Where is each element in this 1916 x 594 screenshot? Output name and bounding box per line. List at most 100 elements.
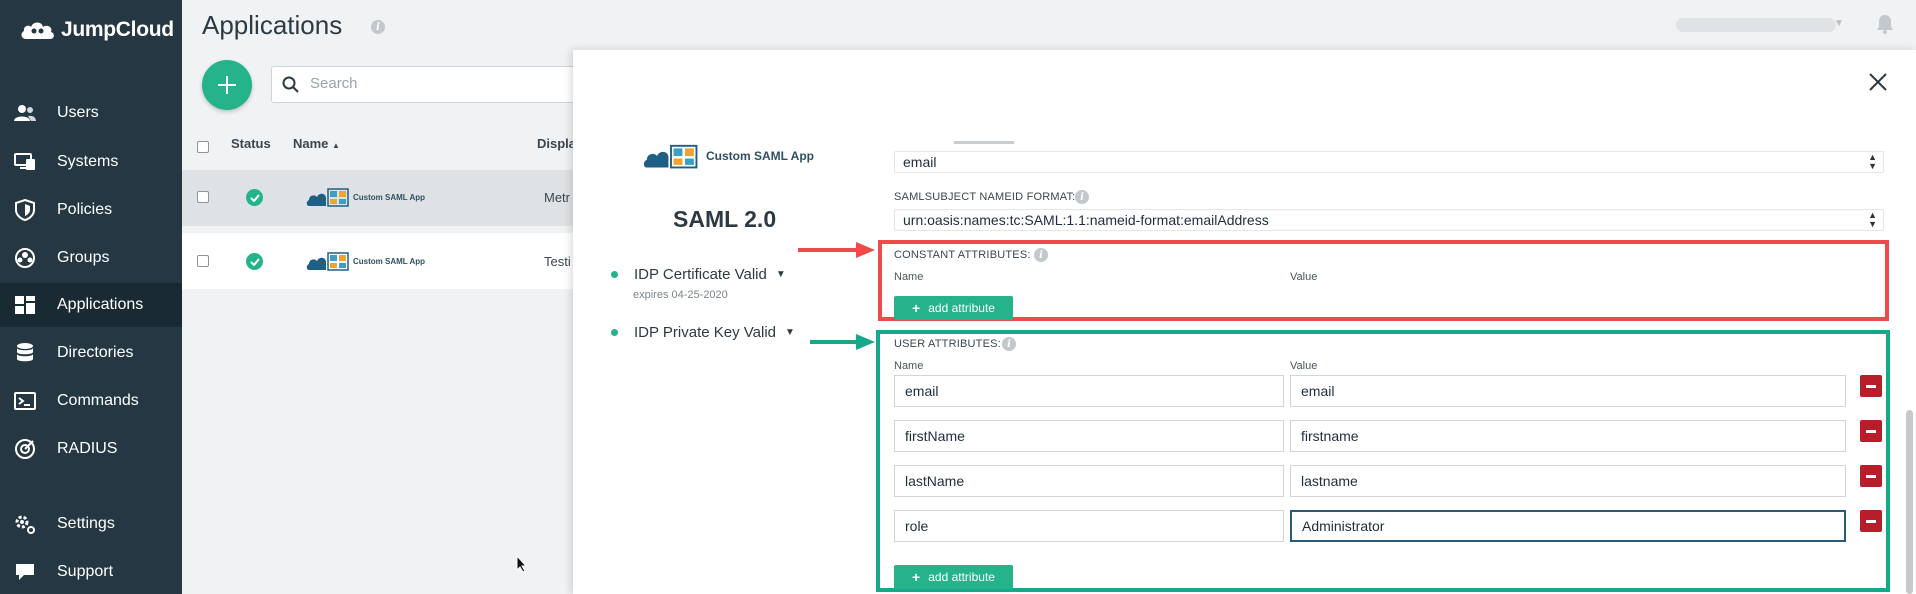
sort-asc-icon: ▲ <box>332 141 340 150</box>
table-row[interactable]: Custom SAML App Testi <box>182 233 582 289</box>
app-logo: Custom SAML App <box>306 186 425 208</box>
status-active-icon <box>246 189 263 206</box>
sidebar-item-label: Applications <box>57 296 144 313</box>
minus-icon <box>1866 474 1876 478</box>
bell-icon[interactable] <box>1876 14 1894 39</box>
idp-certificate-expiry: expires 04-25-2020 <box>633 289 728 301</box>
radius-icon <box>14 438 36 460</box>
constant-name-header: Name <box>894 271 924 283</box>
attribute-name-field[interactable]: email <box>894 375 1284 407</box>
email-select-value: email <box>903 154 937 170</box>
red-arrow-icon <box>798 241 876 264</box>
minus-icon <box>1866 384 1876 388</box>
idp-private-key-status[interactable]: IDP Private Key Valid ▼ <box>611 324 795 341</box>
attribute-value-field[interactable]: lastname <box>1290 465 1846 497</box>
row-checkbox[interactable] <box>197 191 209 203</box>
saml-version-title: SAML 2.0 <box>673 206 777 232</box>
add-application-button[interactable] <box>202 60 252 110</box>
constant-attributes-label: CONSTANT ATTRIBUTES: <box>894 249 1031 261</box>
sidebar-item-users[interactable]: Users <box>0 91 182 135</box>
user-attributes-label: USER ATTRIBUTES: <box>894 338 1001 350</box>
jumpcloud-logo[interactable]: JumpCloud <box>20 16 174 44</box>
sidebar-item-support[interactable]: Support <box>0 550 182 594</box>
attribute-value-field[interactable]: firstname <box>1290 420 1846 452</box>
display-label: Metr <box>544 190 570 205</box>
sidebar-item-label: Commands <box>57 392 139 409</box>
policies-icon <box>14 199 36 221</box>
display-label: Testi <box>544 254 571 269</box>
panel-app-logo: Custom SAML App <box>641 142 814 170</box>
select-all-checkbox[interactable] <box>197 141 209 153</box>
caret-down-icon: ▼ <box>785 327 795 338</box>
sidebar-item-label: Settings <box>57 515 115 532</box>
status-dot-icon <box>611 271 618 278</box>
sidebar-item-policies[interactable]: Policies <box>0 188 182 232</box>
info-icon[interactable]: i <box>1034 248 1048 262</box>
row-checkbox[interactable] <box>197 255 209 267</box>
sidebar-item-label: Policies <box>57 201 113 218</box>
user-account-menu[interactable] <box>1676 18 1836 32</box>
attribute-name-field[interactable]: lastName <box>894 465 1284 497</box>
search-icon <box>282 76 299 98</box>
attribute-name-field[interactable]: firstName <box>894 420 1284 452</box>
attribute-value-field[interactable]: email <box>1290 375 1846 407</box>
sidebar-item-directories[interactable]: Directories <box>0 331 182 375</box>
brand-name: JumpCloud <box>61 18 174 41</box>
app-logo-text: Custom SAML App <box>353 192 425 202</box>
idp-private-key-label: IDP Private Key Valid <box>634 324 777 341</box>
search-input[interactable] <box>310 75 570 92</box>
sidebar-item-applications[interactable]: Applications <box>0 283 182 327</box>
sidebar-item-label: Directories <box>57 344 134 361</box>
user-value-header: Value <box>1290 360 1318 372</box>
panel-scrollbar[interactable] <box>1906 410 1913 594</box>
settings-icon <box>14 513 36 535</box>
add-constant-attribute-button[interactable]: + add attribute <box>894 296 1013 320</box>
search-box <box>271 66 591 103</box>
app-logo: Custom SAML App <box>306 250 425 272</box>
user-name-header: Name <box>894 360 924 372</box>
constant-value-header: Value <box>1290 271 1318 283</box>
systems-icon <box>14 151 36 173</box>
sidebar: JumpCloud Users Systems Policies Groups … <box>0 0 182 594</box>
app-logo-text: Custom SAML App <box>706 149 814 163</box>
sidebar-item-label: Support <box>57 563 114 580</box>
info-icon[interactable]: i <box>1002 337 1016 351</box>
info-icon[interactable]: i <box>1075 190 1089 204</box>
remove-attribute-button[interactable] <box>1860 465 1882 487</box>
nameid-format-value: urn:oasis:names:tc:SAML:1.1:nameid-forma… <box>903 212 1269 228</box>
sidebar-item-systems[interactable]: Systems <box>0 140 182 184</box>
teal-arrow-icon <box>810 333 876 356</box>
remove-attribute-button[interactable] <box>1860 510 1882 532</box>
sidebar-item-settings[interactable]: Settings <box>0 502 182 546</box>
chevron-down-icon[interactable]: ▼ <box>1834 18 1844 29</box>
add-user-attribute-button[interactable]: + add attribute <box>894 565 1013 589</box>
column-header-name[interactable]: Name ▲ <box>293 136 340 151</box>
custom-saml-app-icon <box>306 252 349 271</box>
attribute-value-field[interactable]: Administrator <box>1290 510 1846 542</box>
scrolled-label-remnant <box>894 138 1144 144</box>
sidebar-item-label: Systems <box>57 153 119 170</box>
sidebar-item-commands[interactable]: Commands <box>0 379 182 423</box>
column-header-display[interactable]: Displa <box>537 136 576 151</box>
sidebar-item-radius[interactable]: RADIUS <box>0 427 182 471</box>
sidebar-item-label: RADIUS <box>57 440 118 457</box>
add-attribute-label: add attribute <box>928 570 995 584</box>
mouse-cursor-icon <box>516 554 528 578</box>
sidebar-item-groups[interactable]: Groups <box>0 236 182 280</box>
column-header-name-label: Name <box>293 136 329 151</box>
idp-certificate-status[interactable]: IDP Certificate Valid ▼ <box>611 266 786 283</box>
groups-icon <box>14 247 36 269</box>
close-icon[interactable] <box>1866 70 1890 94</box>
nameid-format-label: SAMLSUBJECT NAMEID FORMAT: <box>894 191 1076 203</box>
attribute-name-field[interactable]: role <box>894 510 1284 542</box>
remove-attribute-button[interactable] <box>1860 375 1882 397</box>
user-attributes-highlight <box>876 330 1890 592</box>
email-select[interactable]: email ▲ ▼ <box>894 151 1884 173</box>
remove-attribute-button[interactable] <box>1860 420 1882 442</box>
caret-down-icon: ▼ <box>775 269 786 280</box>
column-header-status[interactable]: Status <box>231 136 271 151</box>
table-row[interactable]: Custom SAML App Metr <box>182 170 582 226</box>
nameid-format-select[interactable]: urn:oasis:names:tc:SAML:1.1:nameid-forma… <box>894 209 1884 231</box>
info-icon[interactable]: i <box>371 20 385 34</box>
plus-icon: + <box>912 569 921 585</box>
